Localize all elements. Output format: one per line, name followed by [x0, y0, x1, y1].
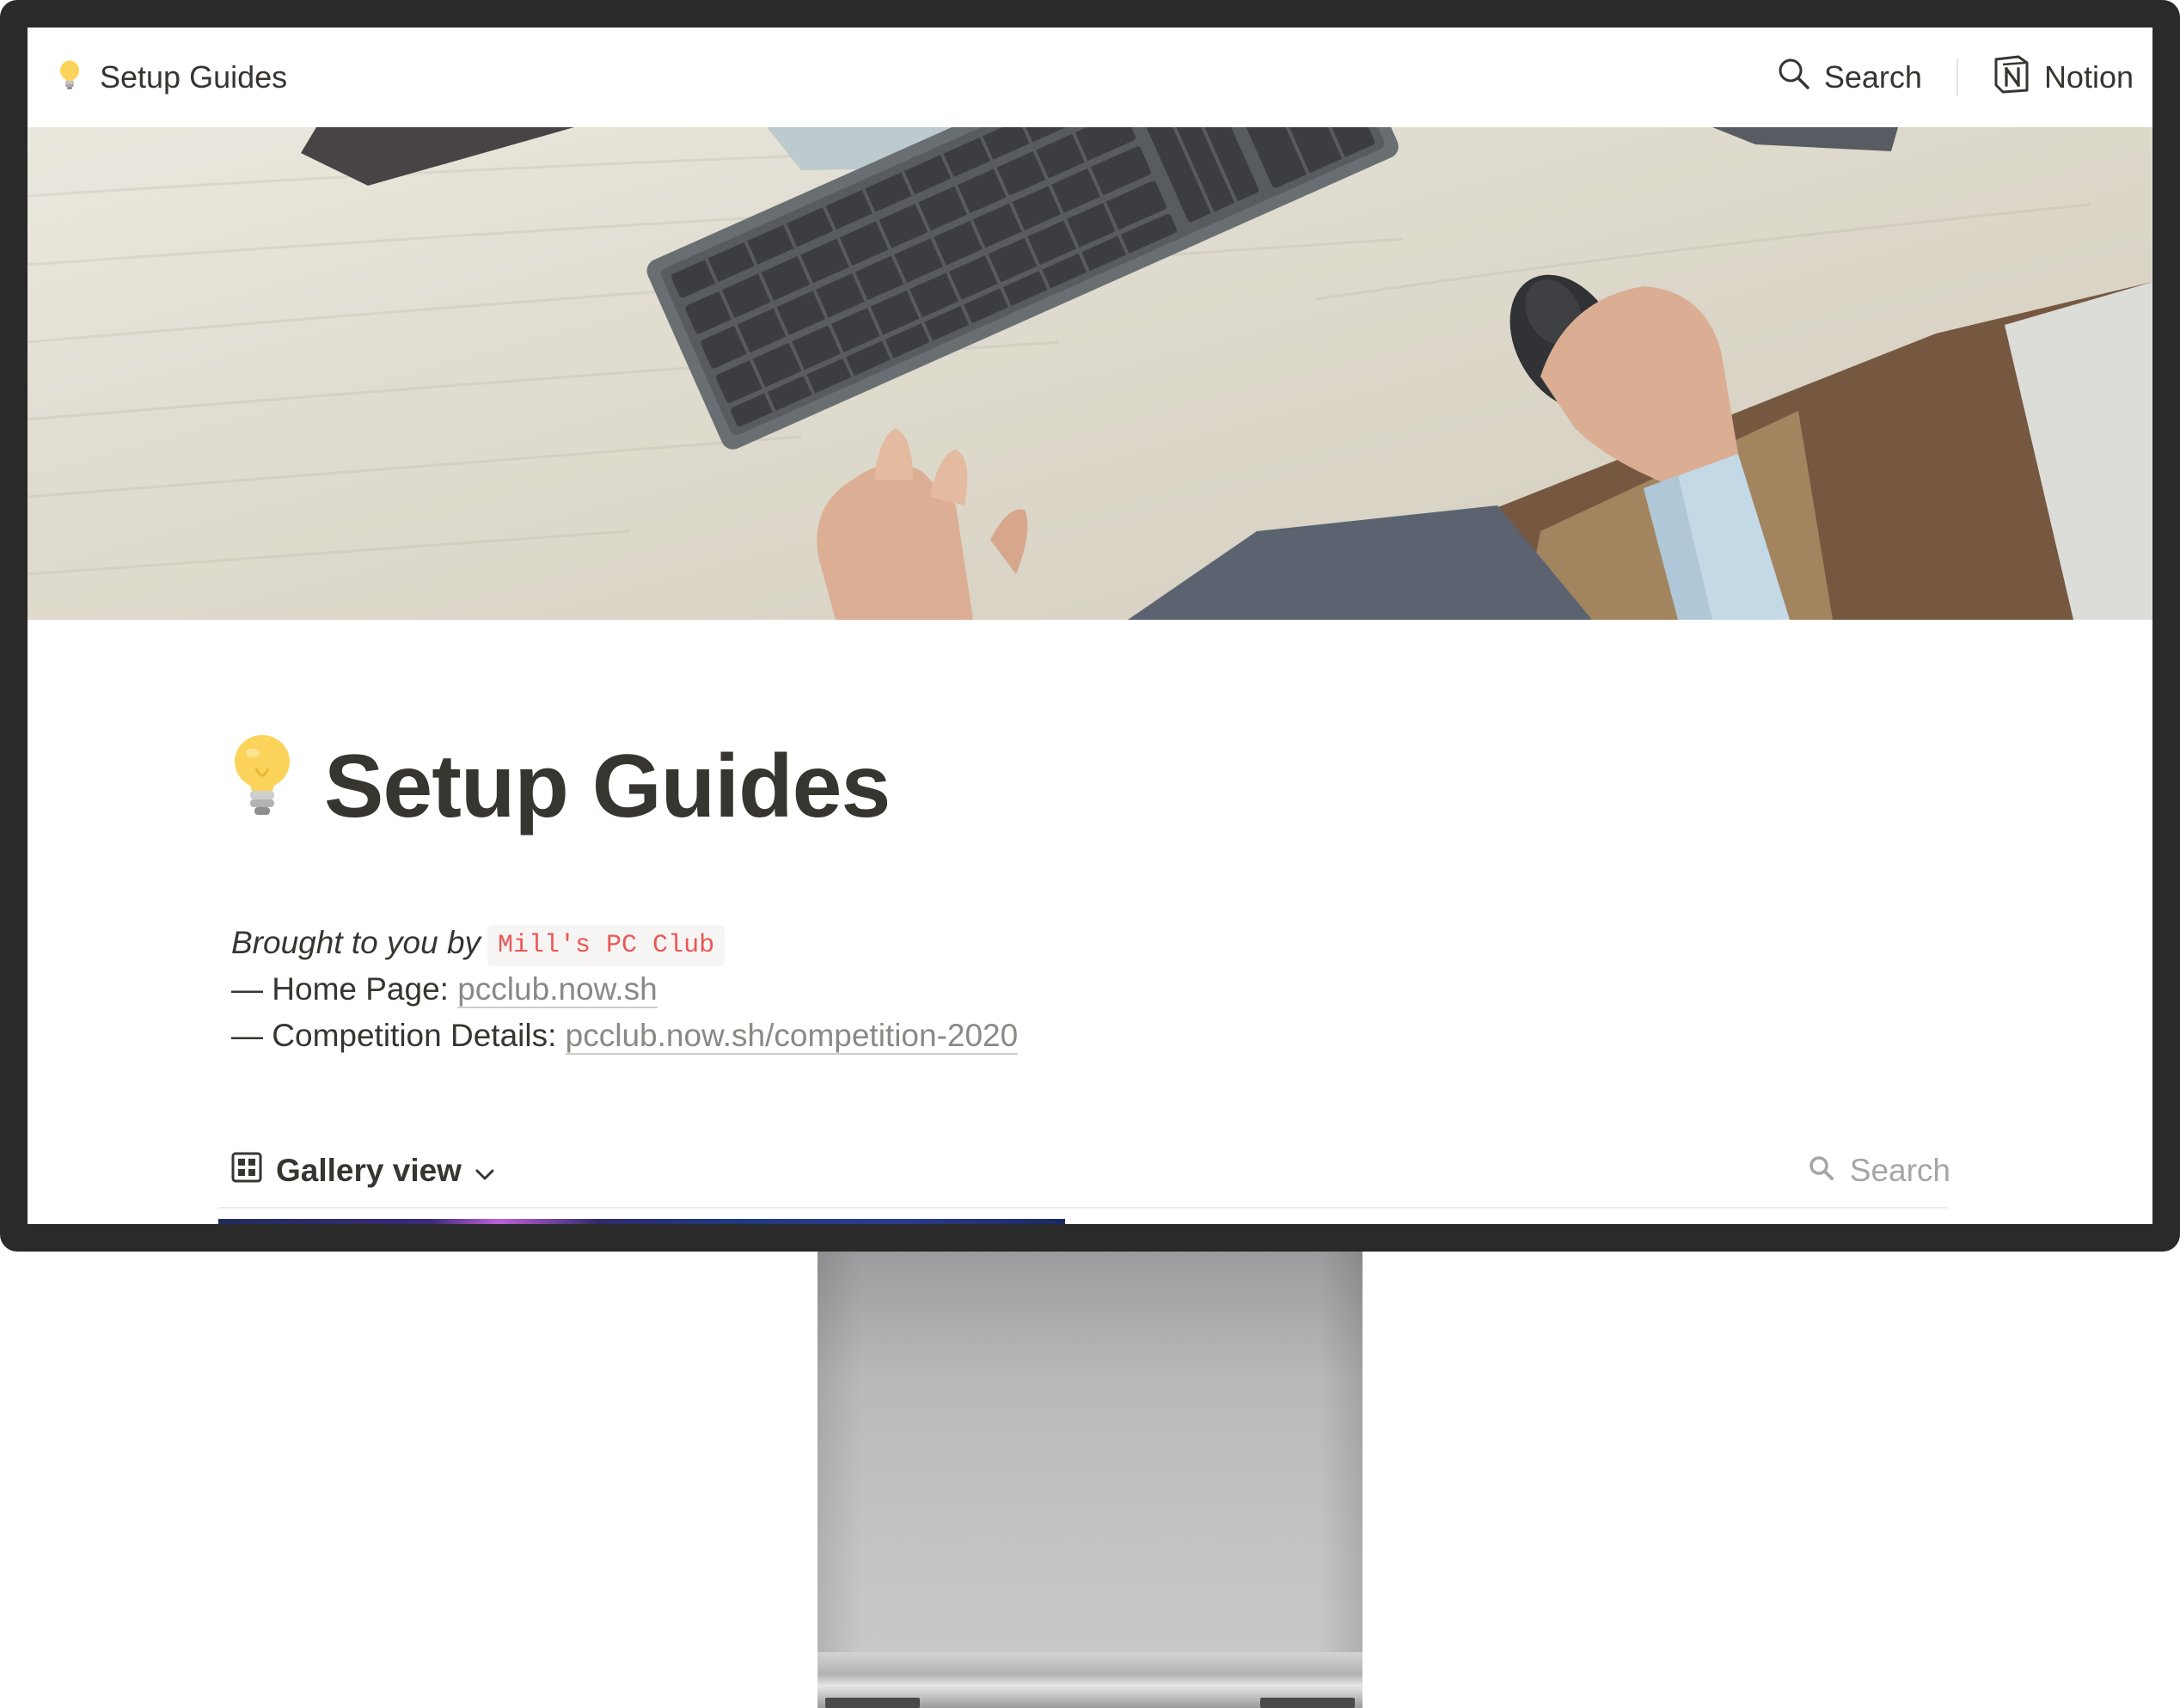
home-page-prefix: — Home Page:: [231, 971, 458, 1007]
notion-label: Notion: [2043, 59, 2134, 95]
topbar-divider: [1956, 58, 1958, 96]
competition-line: — Competition Details: pcclub.now.sh/com…: [231, 1013, 1019, 1059]
top-search-label: Search: [1823, 59, 1922, 95]
gallery-grid-icon: [231, 1152, 262, 1191]
chevron-down-icon: [475, 1153, 494, 1189]
monitor-foot-left: [825, 1698, 920, 1708]
top-search-button[interactable]: Search: [1778, 58, 1956, 98]
top-bar: Setup Guides Search Notion: [28, 28, 2152, 127]
database-search-button[interactable]: Search: [1809, 1153, 1968, 1189]
database-search-placeholder: Search: [1849, 1153, 1950, 1188]
search-icon: [1778, 58, 1810, 98]
notion-logo-icon: [1993, 54, 2030, 101]
brought-by-label: Brought to you by: [231, 925, 481, 960]
search-icon: [1809, 1153, 1834, 1189]
page-info: Brought to you by Mill's PC Club — Home P…: [231, 920, 1019, 1059]
toolbar-divider: [218, 1207, 1948, 1209]
monitor-stand: [818, 1252, 1362, 1681]
monitor-foot-right: [1260, 1698, 1355, 1708]
gallery-card-cover[interactable]: [218, 1219, 1065, 1224]
view-switcher-button[interactable]: Gallery view: [231, 1152, 494, 1191]
home-page-line: — Home Page: pcclub.now.sh: [231, 966, 1018, 1013]
page-title[interactable]: Setup Guides: [324, 736, 891, 838]
screen: Setup Guides Search Notion Setup Guides …: [28, 28, 2152, 1224]
competition-link[interactable]: pcclub.now.sh/competition-2020: [565, 1018, 1019, 1055]
notion-link[interactable]: Notion: [1993, 54, 2134, 101]
home-page-link[interactable]: pcclub.now.sh: [457, 971, 658, 1008]
page-lightbulb-icon[interactable]: [232, 734, 292, 824]
database-toolbar: Gallery view Search: [231, 1136, 1968, 1205]
breadcrumb-title: Setup Guides: [100, 59, 288, 95]
breadcrumb[interactable]: Setup Guides: [58, 59, 287, 95]
cover-image: [28, 127, 2152, 620]
competition-prefix: — Competition Details:: [231, 1018, 566, 1053]
credit-line: Brought to you by Mill's PC Club: [231, 920, 1018, 966]
view-label: Gallery view: [276, 1153, 462, 1188]
club-name-code: Mill's PC Club: [487, 925, 726, 966]
lightbulb-icon: [58, 60, 81, 95]
